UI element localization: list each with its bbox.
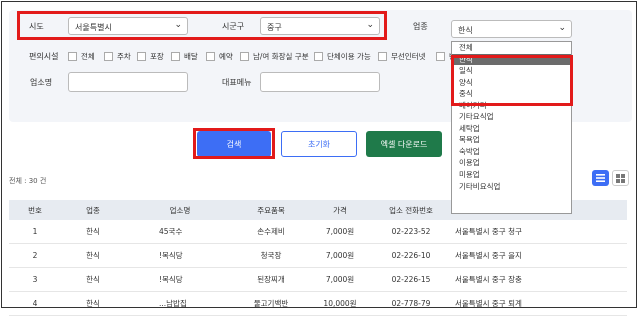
highlight-dropdown-options [451, 55, 573, 106]
grid-view-icon[interactable] [612, 170, 629, 186]
results-table: 번호 업종 업소명 주요품목 가격 업소 전화번호 1 한식 45국수 손수제비… [9, 200, 627, 316]
list-view-icon[interactable] [592, 170, 609, 186]
dropdown-option-bathhouse[interactable]: 목욕업 [452, 134, 571, 146]
dropdown-option-barber[interactable]: 이용업 [452, 157, 571, 169]
highlight-search-button [193, 128, 275, 159]
total-count: 전체 : 30 건 [9, 177, 47, 185]
table-row[interactable]: 1 한식 45국수 손수제비 7,000원 02-223-52 서울특별시 중구… [9, 220, 627, 244]
header-item: 주요품목 [235, 200, 307, 220]
facility-checkbox-takeout[interactable]: 포장 [137, 51, 164, 62]
dropdown-option-other-nonfood[interactable]: 기타비요식업 [452, 181, 571, 193]
facility-checkbox-parking[interactable]: 주차 [104, 51, 131, 62]
facility-checkbox-reservation[interactable]: 예약 [206, 51, 233, 62]
facility-checkbox-delivery[interactable]: 배달 [171, 51, 198, 62]
facility-checkbox-wifi[interactable]: 무선인터넷 [378, 51, 426, 62]
category-value: 한식 [458, 26, 473, 35]
dropdown-option-lodging[interactable]: 숙박업 [452, 146, 571, 158]
dropdown-option-beauty[interactable]: 미용업 [452, 169, 571, 181]
category-select[interactable]: 한식 ⌄ [451, 20, 572, 38]
category-label: 업종 [413, 22, 428, 31]
excel-download-button[interactable]: 엑셀 다운로드 [366, 131, 442, 157]
menu-label: 대표메뉴 [222, 78, 252, 87]
facility-checkbox-group[interactable]: 단체이용 가능 [314, 51, 371, 62]
table-row[interactable]: 4 한식 ...남밥집 물고기백반 10,000원 02-778-79 서울특별… [9, 291, 627, 316]
header-phone: 업소 전화번호 [373, 200, 449, 220]
reset-button[interactable]: 초기화 [281, 131, 357, 157]
facility-checkbox-restroom[interactable]: 남/여 화장실 구분 [240, 51, 309, 62]
menu-input[interactable] [260, 72, 380, 92]
facility-label: 편의시설 [29, 52, 59, 61]
header-type: 업종 [61, 200, 125, 220]
table-row[interactable]: 2 한식 !목식당 청국장 7,000원 02-226-10 서울특별시 중구 … [9, 243, 627, 268]
facility-checkbox-all[interactable]: 전체 [68, 51, 95, 62]
table-row[interactable]: 3 한식 !목식당 된장찌개 7,000원 02-226-15 서울특별시 중구… [9, 267, 627, 292]
highlight-region-selects [17, 11, 387, 40]
header-price: 가격 [307, 200, 373, 220]
header-no: 번호 [9, 200, 61, 220]
dropdown-option-other-food[interactable]: 기타요식업 [452, 111, 571, 123]
dropdown-option-all[interactable]: 전체 [452, 42, 571, 54]
chevron-down-icon: ⌄ [558, 23, 566, 33]
dropdown-option-laundry[interactable]: 세탁업 [452, 123, 571, 135]
name-label: 업소명 [30, 78, 53, 87]
name-input[interactable] [68, 72, 188, 92]
header-name: 업소명 [125, 200, 235, 220]
